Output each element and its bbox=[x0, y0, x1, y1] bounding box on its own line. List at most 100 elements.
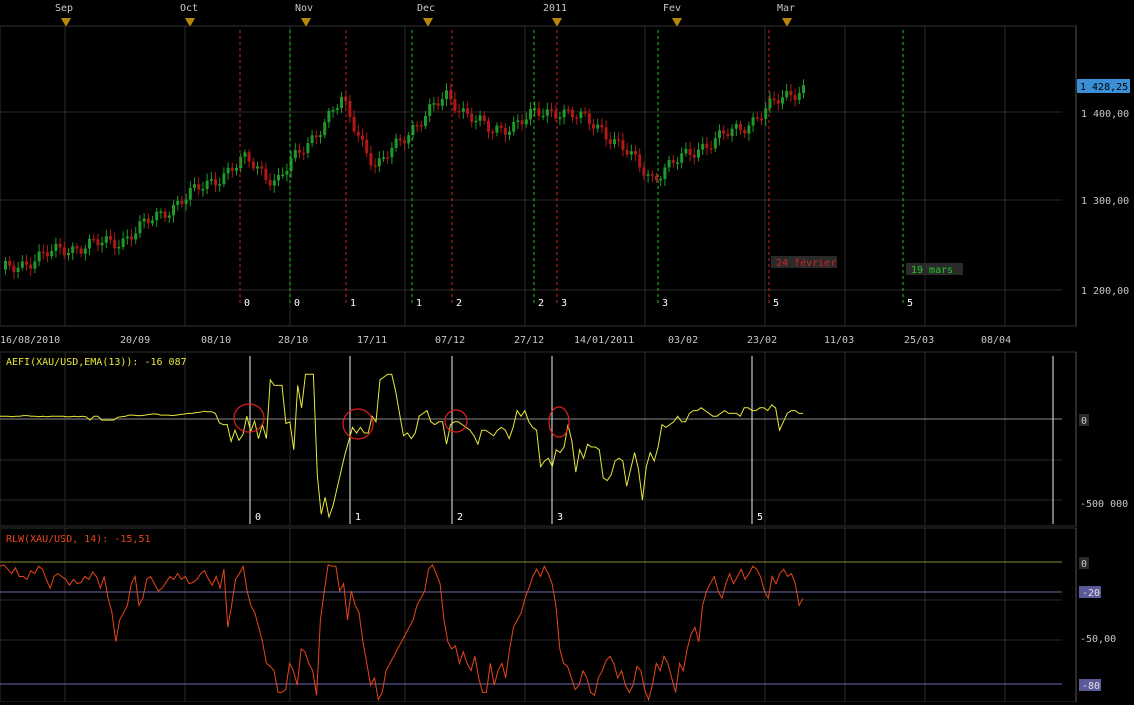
candle-body bbox=[730, 128, 734, 136]
candle-body bbox=[159, 211, 163, 213]
candle-body bbox=[214, 179, 217, 186]
candle-body bbox=[54, 243, 58, 251]
background bbox=[0, 0, 1134, 702]
candle-body bbox=[776, 100, 780, 104]
candle-body bbox=[29, 264, 33, 269]
price-tick-label: 1 300,00 bbox=[1081, 196, 1129, 207]
candle-body bbox=[184, 199, 188, 204]
candle-body bbox=[382, 157, 385, 159]
last-price-label: 1 428,25 bbox=[1080, 82, 1128, 93]
candle-body bbox=[96, 239, 100, 246]
candle-body bbox=[197, 184, 201, 190]
date-label: 25/03 bbox=[904, 335, 934, 346]
candle-body bbox=[188, 187, 192, 200]
candle-body bbox=[760, 118, 763, 121]
candle-body bbox=[424, 115, 427, 126]
chart-window: Sep Oct Nov Dec 2011 Fev Mar 1 400,00 1 … bbox=[0, 0, 1134, 703]
candle-body bbox=[323, 122, 327, 136]
candle-body bbox=[331, 109, 335, 112]
candle-body bbox=[390, 147, 394, 158]
candle-body bbox=[772, 98, 776, 101]
price-event-label: 2 bbox=[538, 298, 544, 309]
date-label: 11/03 bbox=[824, 335, 854, 346]
candle-body bbox=[268, 179, 272, 186]
candle-body bbox=[71, 246, 75, 253]
candle-body bbox=[558, 117, 562, 119]
aefi-tick-label: -500 000 bbox=[1080, 499, 1128, 510]
candle-body bbox=[478, 115, 482, 121]
candle-body bbox=[130, 236, 133, 240]
candle-body bbox=[256, 166, 259, 169]
candle-body bbox=[697, 149, 700, 158]
candle-body bbox=[436, 103, 440, 106]
candle-body bbox=[373, 165, 377, 167]
date-label: 08/04 bbox=[981, 335, 1011, 346]
candle-body bbox=[789, 90, 793, 96]
date-label: 23/02 bbox=[747, 335, 777, 346]
candle-body bbox=[734, 123, 738, 129]
candle-body bbox=[113, 239, 117, 249]
aefi-event-label: 5 bbox=[757, 512, 763, 523]
candle-body bbox=[802, 85, 805, 94]
candle-body bbox=[562, 109, 566, 118]
candle-body bbox=[88, 238, 91, 249]
candle-body bbox=[272, 180, 276, 186]
candle-body bbox=[491, 131, 495, 134]
candle-body bbox=[566, 109, 570, 112]
aefi-event-label: 1 bbox=[355, 512, 361, 523]
candle-body bbox=[600, 124, 604, 128]
candle-body bbox=[306, 143, 310, 154]
candle-body bbox=[579, 111, 583, 118]
candle-body bbox=[209, 179, 213, 181]
month-label: 2011 bbox=[543, 3, 567, 14]
candle-body bbox=[138, 221, 142, 234]
candle-body bbox=[243, 152, 247, 157]
candle-body bbox=[25, 261, 28, 265]
price-event-label: 0 bbox=[244, 298, 250, 309]
candle-body bbox=[453, 99, 457, 111]
rlw-title: RLW(XAU/USD, 14): -15,51 bbox=[6, 534, 151, 545]
candle-body bbox=[575, 117, 579, 119]
price-event-label: 5 bbox=[773, 298, 779, 309]
candle-body bbox=[705, 143, 709, 148]
month-label: Sep bbox=[55, 3, 73, 14]
candle-body bbox=[680, 153, 684, 163]
candle-body bbox=[377, 158, 381, 167]
candle-body bbox=[302, 152, 306, 155]
candle-body bbox=[134, 233, 138, 240]
candle-body bbox=[67, 252, 70, 256]
candle-body bbox=[319, 135, 322, 138]
date-label: 20/09 bbox=[120, 335, 150, 346]
candle-body bbox=[692, 154, 696, 158]
candle-body bbox=[613, 139, 616, 145]
candle-body bbox=[608, 139, 612, 145]
candle-body bbox=[571, 109, 574, 118]
candle-body bbox=[314, 135, 318, 138]
candle-body bbox=[726, 133, 730, 136]
candle-body bbox=[797, 93, 801, 100]
candle-body bbox=[365, 139, 369, 154]
candle-body bbox=[398, 138, 402, 141]
date-label: 07/12 bbox=[435, 335, 465, 346]
candle-body bbox=[180, 200, 184, 204]
candle-body bbox=[642, 167, 646, 176]
candle-body bbox=[361, 135, 364, 140]
candle-body bbox=[646, 174, 650, 176]
candle-body bbox=[201, 189, 205, 191]
candle-body bbox=[75, 246, 79, 249]
month-label: Dec bbox=[417, 3, 435, 14]
candle-body bbox=[151, 220, 154, 224]
aefi-event-label: 0 bbox=[255, 512, 261, 523]
candle-body bbox=[718, 130, 721, 139]
candle-body bbox=[432, 103, 436, 105]
candle-body bbox=[146, 218, 150, 224]
price-tick-label: 1 400,00 bbox=[1081, 109, 1129, 120]
candle-body bbox=[671, 160, 675, 163]
rlw-tick-label: -80 bbox=[1082, 681, 1100, 692]
candle-body bbox=[285, 170, 289, 175]
month-label: Fev bbox=[663, 3, 681, 14]
candle-body bbox=[667, 160, 671, 168]
candle-body bbox=[155, 211, 159, 221]
candle-body bbox=[512, 121, 516, 132]
candle-body bbox=[121, 238, 125, 247]
